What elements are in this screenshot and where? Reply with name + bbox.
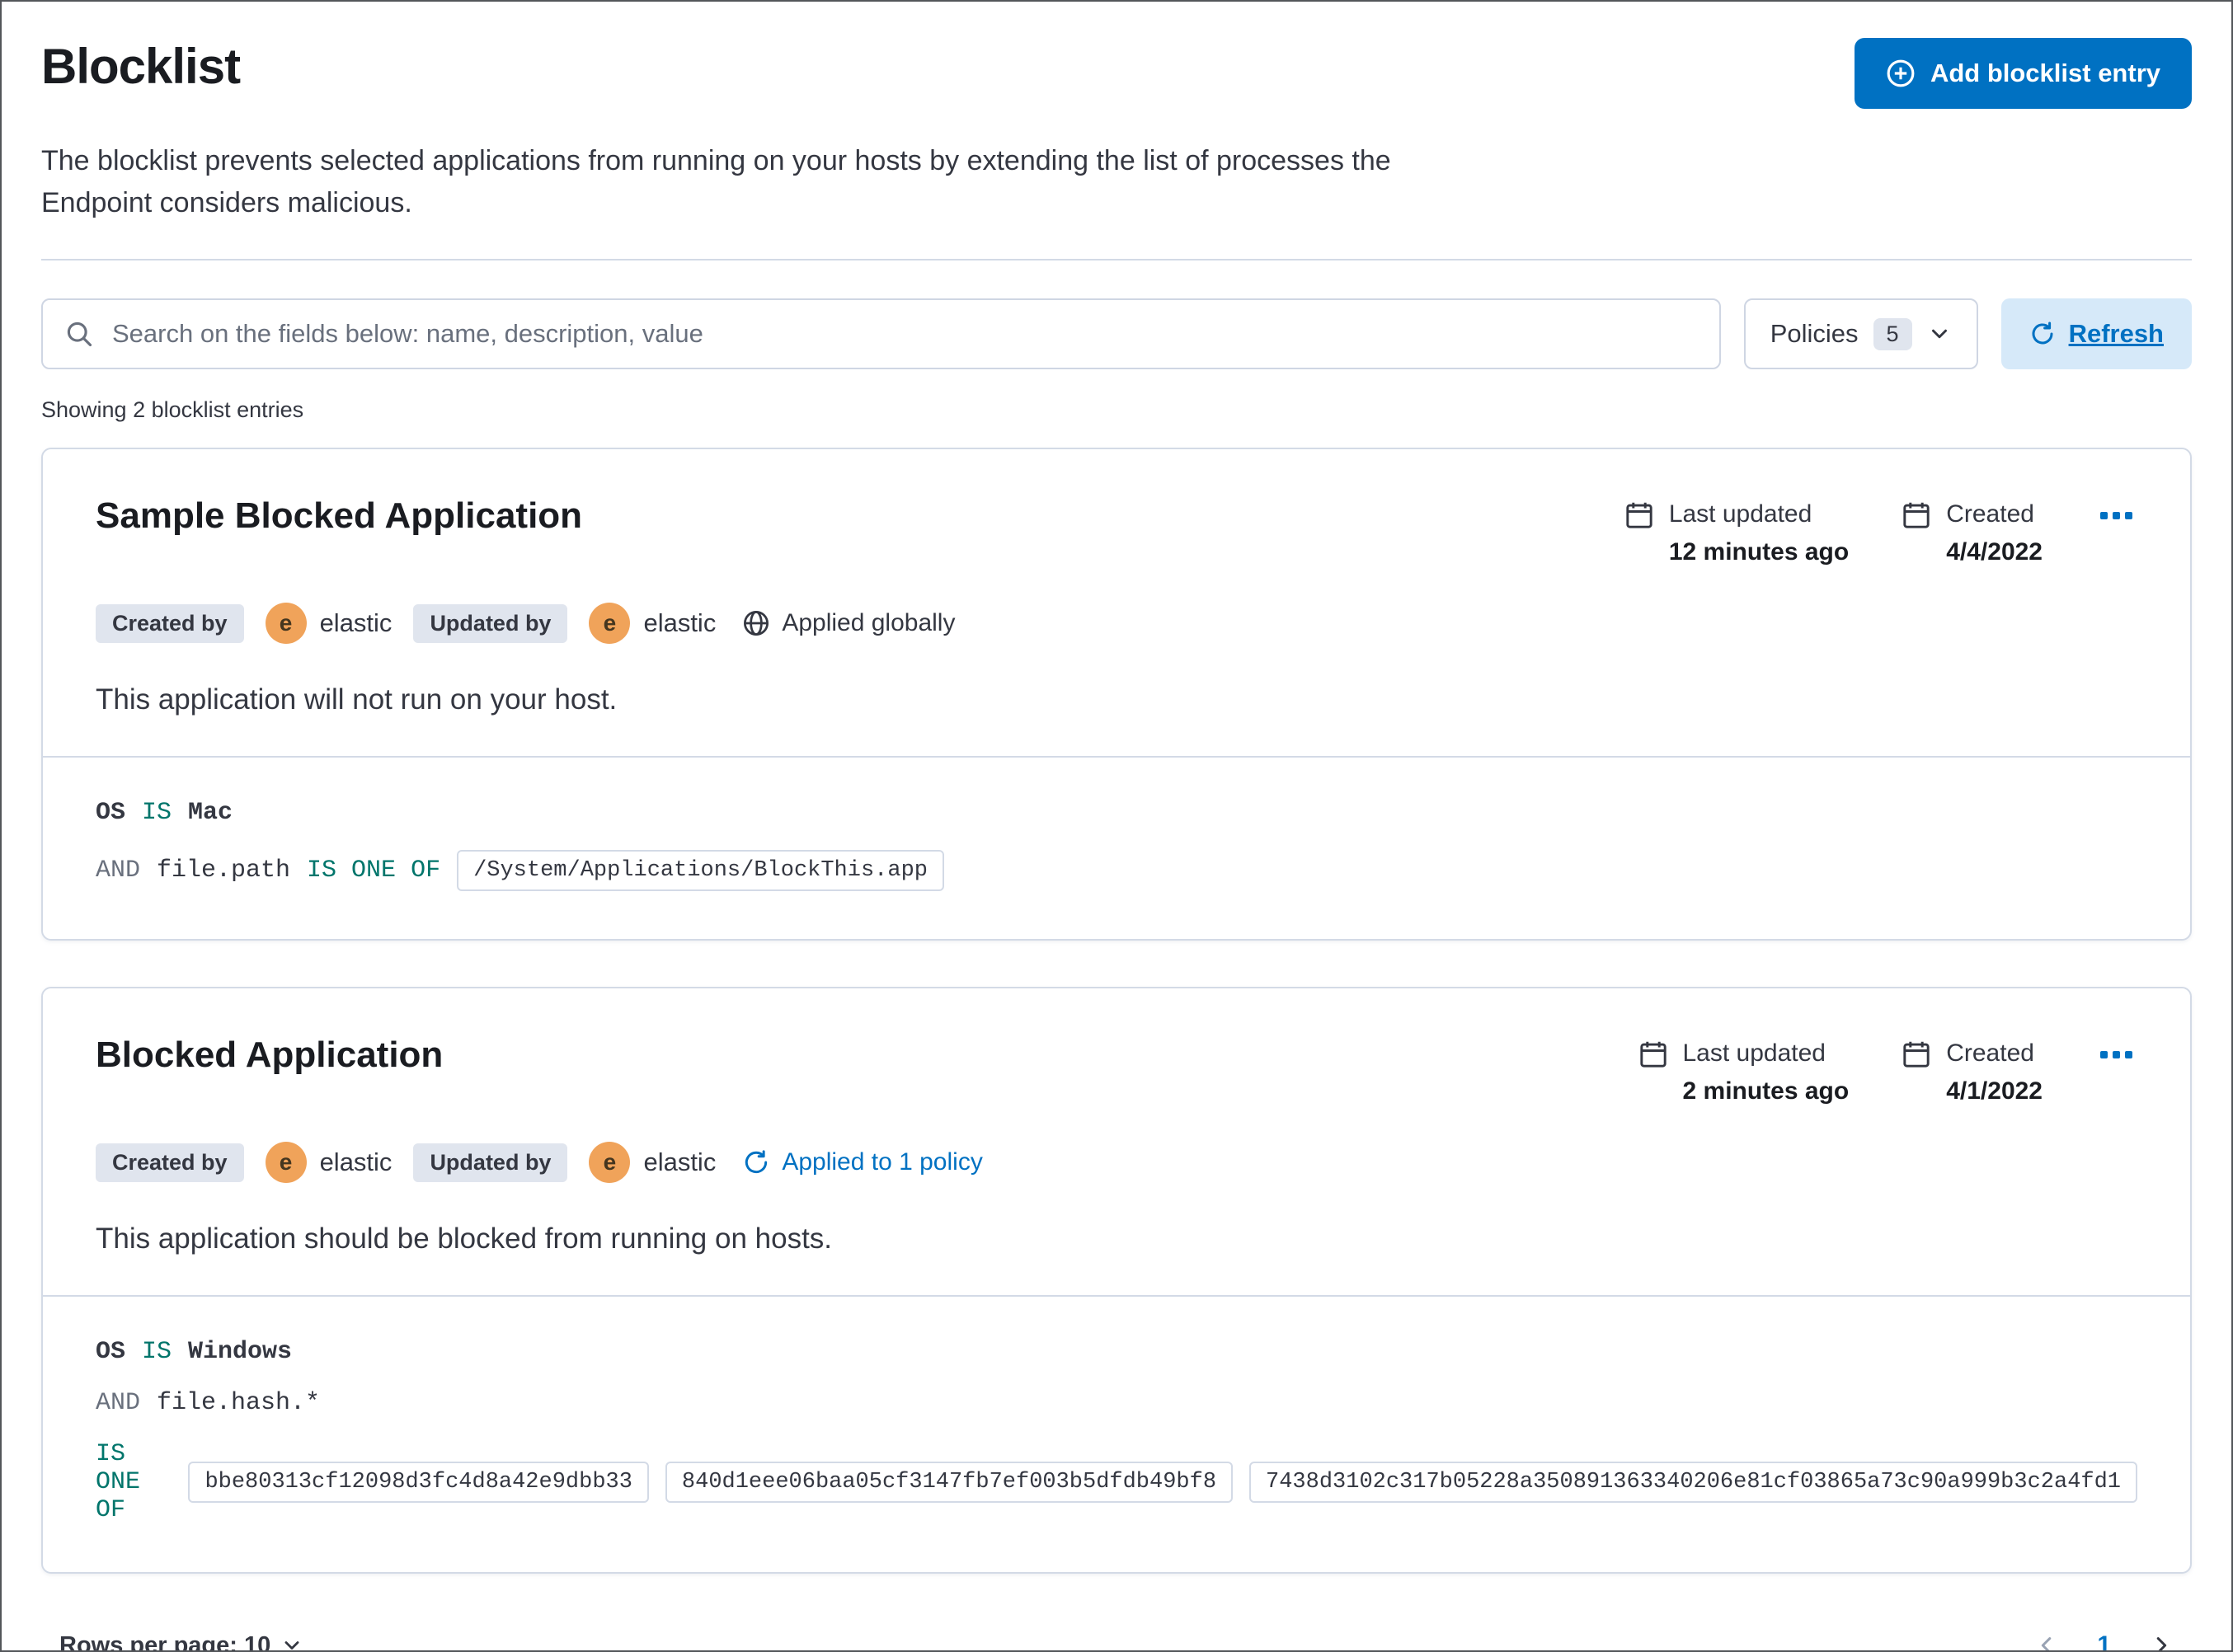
created-by-badge: Created by bbox=[96, 1143, 244, 1182]
page-header: Blocklist Add blocklist entry bbox=[41, 38, 2192, 109]
criteria-line: OS IS Mac bbox=[96, 799, 2137, 827]
last-updated-label: Last updated bbox=[1682, 1040, 1826, 1067]
last-updated-value: 2 minutes ago bbox=[1682, 1077, 1850, 1105]
updated-by-badge: Updated by bbox=[413, 1143, 568, 1182]
plus-circle-icon bbox=[1886, 59, 1916, 88]
criteria-operator: IS bbox=[142, 799, 172, 827]
applied-text: Applied to 1 policy bbox=[782, 1148, 983, 1176]
policies-filter-button[interactable]: Policies 5 bbox=[1743, 298, 1978, 369]
entry-attribution-row: Created by e elastic Updated by e elasti… bbox=[96, 1142, 2137, 1183]
calendar-icon bbox=[1902, 500, 1931, 566]
updated-by-user: e elastic bbox=[589, 603, 716, 644]
search-box bbox=[41, 298, 1721, 369]
entry-description: This application should be blocked from … bbox=[96, 1223, 833, 1255]
last-updated-meta: Last updated 12 minutes ago bbox=[1624, 500, 1849, 566]
entry-criteria: OS IS Mac AND file.path IS ONE OF /Syste… bbox=[43, 756, 2190, 939]
header-divider bbox=[41, 259, 2192, 260]
created-value: 4/4/2022 bbox=[1946, 538, 2043, 566]
next-page-button[interactable] bbox=[2144, 1628, 2179, 1650]
last-updated-label: Last updated bbox=[1668, 500, 1812, 528]
criteria-operator: IS ONE OF bbox=[96, 1440, 141, 1524]
criteria-line: AND file.path IS ONE OF /System/Applicat… bbox=[96, 850, 2137, 891]
entry-header: Blocked Application Last updated 2 minut… bbox=[43, 988, 2190, 1295]
criteria-value: Mac bbox=[188, 799, 233, 827]
add-blocklist-entry-label: Add blocklist entry bbox=[1930, 59, 2160, 87]
rows-per-page-button[interactable]: Rows per page: 10 bbox=[54, 1631, 308, 1652]
search-icon bbox=[64, 319, 94, 349]
avatar: e bbox=[589, 603, 631, 644]
globe-icon bbox=[742, 609, 770, 637]
add-blocklist-entry-button[interactable]: Add blocklist entry bbox=[1854, 38, 2192, 109]
criteria-line: AND file.hash.* bbox=[96, 1389, 2137, 1417]
criteria-value-chip: 7438d3102c317b05228a350891363340206e81cf… bbox=[1249, 1462, 2137, 1503]
criteria-value-chip: 840d1eee06baa05cf3147fb7ef003b5dfdb49bf8 bbox=[665, 1462, 1234, 1503]
criteria-value-chip: bbe80313cf12098d3fc4d8a42e9dbb33 bbox=[188, 1462, 649, 1503]
created-by-badge: Created by bbox=[96, 603, 244, 643]
entry-title: Blocked Application bbox=[96, 1035, 444, 1075]
previous-page-button[interactable] bbox=[2029, 1628, 2064, 1650]
entry-attribution-row: Created by e elastic Updated by e elasti… bbox=[96, 603, 2137, 644]
criteria-line: IS ONE OF bbe80313cf12098d3fc4d8a42e9dbb… bbox=[96, 1440, 2137, 1524]
created-meta: Created 4/4/2022 bbox=[1902, 500, 2043, 566]
blocklist-entry-card: Blocked Application Last updated 2 minut… bbox=[41, 987, 2192, 1574]
applied-to-policy-link[interactable]: Applied to 1 policy bbox=[742, 1148, 983, 1176]
policy-icon bbox=[742, 1148, 770, 1176]
policies-label: Policies bbox=[1770, 319, 1859, 348]
avatar: e bbox=[265, 603, 307, 644]
criteria-field: OS bbox=[96, 1338, 126, 1366]
applied-text: Applied globally bbox=[782, 609, 956, 636]
page-number-button[interactable]: 1 bbox=[2092, 1631, 2116, 1650]
updated-by-badge: Updated by bbox=[413, 603, 568, 643]
last-updated-meta: Last updated 2 minutes ago bbox=[1638, 1040, 1850, 1105]
refresh-label: Refresh bbox=[2068, 319, 2164, 348]
rows-per-page-label: Rows per page: 10 bbox=[59, 1631, 271, 1652]
toolbar: Policies 5 Refresh bbox=[41, 298, 2192, 369]
pagination: 1 bbox=[2029, 1628, 2179, 1650]
blocklist-page: Blocklist Add blocklist entry The blockl… bbox=[0, 0, 2233, 1652]
criteria-value-chip: /System/Applications/BlockThis.app bbox=[457, 850, 944, 891]
updated-by-user: e elastic bbox=[589, 1142, 716, 1183]
applied-globally-indicator: Applied globally bbox=[742, 609, 955, 637]
entry-actions-menu-button[interactable] bbox=[2095, 1040, 2137, 1063]
criteria-field: file.hash.* bbox=[157, 1389, 321, 1417]
last-updated-value: 12 minutes ago bbox=[1668, 538, 1850, 566]
page-description: The blocklist prevents selected applicat… bbox=[41, 145, 1391, 218]
created-value: 4/1/2022 bbox=[1946, 1077, 2043, 1105]
table-footer: Rows per page: 10 1 bbox=[54, 1628, 2179, 1652]
chevron-down-icon bbox=[1927, 321, 1952, 346]
refresh-button[interactable]: Refresh bbox=[2000, 298, 2192, 369]
blocklist-entry-card: Sample Blocked Application Last updated … bbox=[41, 448, 2192, 941]
avatar: e bbox=[589, 1142, 631, 1183]
criteria-operator: IS ONE OF bbox=[307, 857, 441, 885]
criteria-value: Windows bbox=[188, 1338, 293, 1366]
criteria-field: file.path bbox=[157, 857, 291, 885]
calendar-icon bbox=[1638, 1040, 1668, 1105]
criteria-field: OS bbox=[96, 799, 126, 827]
chevron-down-icon bbox=[280, 1634, 303, 1650]
entry-actions-menu-button[interactable] bbox=[2095, 500, 2137, 524]
policies-count-badge: 5 bbox=[1873, 317, 1912, 350]
entry-meta: Last updated 2 minutes ago Created 4/1/2… bbox=[1638, 1035, 2138, 1105]
criteria-line: OS IS Windows bbox=[96, 1338, 2137, 1366]
avatar: e bbox=[265, 1142, 307, 1183]
entry-header: Sample Blocked Application Last updated … bbox=[43, 449, 2190, 756]
calendar-icon bbox=[1624, 500, 1654, 566]
refresh-icon bbox=[2029, 321, 2056, 347]
page-title: Blocklist bbox=[41, 39, 241, 94]
criteria-conjunction: AND bbox=[96, 1389, 141, 1417]
calendar-icon bbox=[1902, 1040, 1931, 1105]
entry-meta: Last updated 12 minutes ago Created 4/4/… bbox=[1624, 495, 2137, 566]
search-input[interactable] bbox=[110, 318, 1698, 350]
created-label: Created bbox=[1946, 500, 2034, 528]
entry-description: This application will not run on your ho… bbox=[96, 683, 618, 716]
entry-title: Sample Blocked Application bbox=[96, 495, 583, 536]
created-label: Created bbox=[1946, 1040, 2034, 1067]
created-meta: Created 4/1/2022 bbox=[1902, 1040, 2043, 1105]
entry-criteria: OS IS Windows AND file.hash.* IS ONE OF … bbox=[43, 1295, 2190, 1572]
criteria-conjunction: AND bbox=[96, 857, 141, 885]
created-by-user: e elastic bbox=[265, 603, 392, 644]
criteria-operator: IS bbox=[142, 1338, 172, 1366]
created-by-user: e elastic bbox=[265, 1142, 392, 1183]
entries-count-text: Showing 2 blocklist entries bbox=[41, 397, 304, 422]
